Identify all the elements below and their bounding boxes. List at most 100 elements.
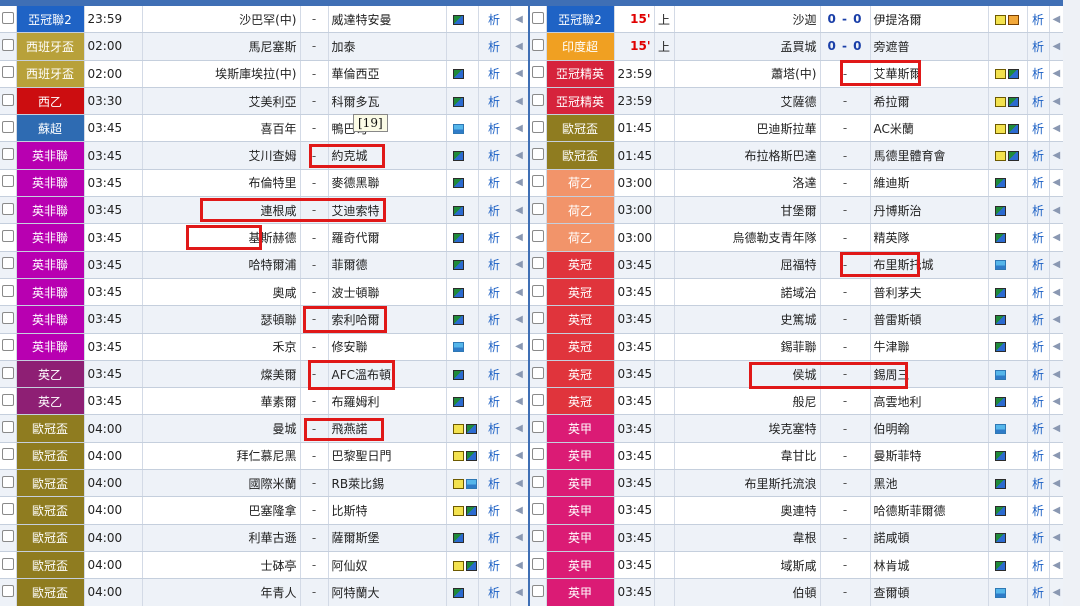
sound-icon[interactable]: ◀ (1049, 114, 1064, 143)
away-team[interactable]: 艾迪索特 (328, 196, 447, 225)
home-team[interactable]: 巴迪斯拉華 (674, 114, 821, 143)
home-team[interactable]: 甘堡爾 (674, 196, 821, 225)
home-team[interactable]: 巴塞隆拿 (142, 496, 301, 525)
row-checkbox[interactable] (531, 475, 544, 488)
league-badge[interactable]: 英冠 (546, 278, 615, 307)
home-team[interactable]: 屈福特 (674, 251, 821, 279)
home-team[interactable]: 曼城 (142, 414, 301, 443)
field-icon[interactable] (1007, 96, 1019, 107)
row-checkbox[interactable] (1, 421, 14, 434)
home-team[interactable]: 孟買城 (674, 32, 821, 61)
row-checkbox-cell[interactable] (0, 305, 17, 334)
league-badge[interactable]: 歐冠盃 (16, 496, 85, 525)
home-team[interactable]: 華素爾 (142, 387, 301, 416)
sky-icon[interactable] (994, 260, 1006, 271)
sound-icon[interactable]: ◀ (1049, 32, 1064, 61)
sound-icon[interactable]: ◀ (1049, 6, 1064, 34)
home-team[interactable]: 馬尼塞斯 (142, 32, 301, 61)
league-badge[interactable]: 歐冠盃 (16, 469, 85, 498)
row-checkbox-cell[interactable] (530, 442, 547, 471)
home-team[interactable]: 連根咸 (142, 196, 301, 225)
home-team[interactable]: 國際米蘭 (142, 469, 301, 498)
analysis-link[interactable]: 析 (1027, 524, 1050, 552)
row-checkbox-cell[interactable] (0, 251, 17, 279)
analysis-link[interactable]: 析 (1027, 333, 1050, 361)
analysis-link[interactable]: 析 (1027, 496, 1050, 525)
analysis-link[interactable]: 析 (1027, 60, 1050, 88)
row-checkbox[interactable] (1, 175, 14, 188)
row-checkbox[interactable] (531, 38, 544, 51)
row-checkbox[interactable] (1, 66, 14, 79)
row-checkbox-cell[interactable] (0, 551, 17, 580)
league-badge[interactable]: 英非聯 (16, 169, 85, 198)
away-team[interactable]: 巴黎聖日門 (328, 442, 447, 471)
row-checkbox-cell[interactable] (530, 169, 547, 198)
away-team[interactable]: 約克城 (328, 141, 447, 170)
home-team[interactable]: 般尼 (674, 387, 821, 416)
row-checkbox-cell[interactable] (530, 251, 547, 279)
away-team[interactable]: 加泰 (328, 32, 447, 61)
league-badge[interactable]: 歐冠盃 (16, 414, 85, 443)
analysis-link[interactable]: 析 (478, 496, 511, 525)
analysis-link[interactable]: 析 (478, 6, 511, 34)
analysis-link[interactable]: 析 (1027, 87, 1050, 116)
away-team[interactable]: 修安聯 (328, 333, 447, 361)
home-team[interactable]: 錫菲聯 (674, 333, 821, 361)
away-team[interactable]: 麥德黑聯 (328, 169, 447, 198)
home-team[interactable]: 艾美利亞 (142, 87, 301, 116)
row-checkbox-cell[interactable] (0, 360, 17, 389)
analysis-link[interactable]: 析 (1027, 169, 1050, 198)
analysis-link[interactable]: 析 (1027, 196, 1050, 225)
analysis-link[interactable]: 析 (478, 387, 511, 416)
sound-icon[interactable]: ◀ (1049, 442, 1064, 471)
analysis-link[interactable]: 析 (1027, 141, 1050, 170)
tv-icon[interactable] (994, 123, 1006, 134)
sky-icon[interactable] (994, 587, 1006, 598)
row-checkbox[interactable] (531, 393, 544, 406)
sound-icon[interactable]: ◀ (1049, 578, 1064, 606)
away-team[interactable]: 菲爾德 (328, 251, 447, 279)
analysis-link[interactable]: 析 (478, 169, 511, 198)
away-team[interactable]: 阿仙奴 (328, 551, 447, 580)
away-team[interactable]: 波士頓聯 (328, 278, 447, 307)
row-checkbox[interactable] (531, 311, 544, 324)
field-icon[interactable] (452, 14, 464, 25)
home-team[interactable]: 韋根 (674, 524, 821, 552)
home-team[interactable]: 燦美爾 (142, 360, 301, 389)
home-team[interactable]: 禾京 (142, 333, 301, 361)
sound-icon[interactable]: ◀ (510, 414, 528, 443)
field-icon[interactable] (452, 178, 464, 189)
row-checkbox[interactable] (531, 284, 544, 297)
row-checkbox-cell[interactable] (530, 469, 547, 498)
row-checkbox[interactable] (1, 257, 14, 270)
analysis-link[interactable]: 析 (478, 305, 511, 334)
home-team[interactable]: 布拉格斯巴達 (674, 141, 821, 170)
row-checkbox-cell[interactable] (0, 169, 17, 198)
row-checkbox-cell[interactable] (530, 114, 547, 143)
league-badge[interactable]: 西班牙盃 (16, 60, 85, 88)
league-badge[interactable]: 歐冠盃 (16, 578, 85, 606)
league-badge[interactable]: 英冠 (546, 360, 615, 389)
row-checkbox[interactable] (531, 230, 544, 243)
league-badge[interactable]: 英冠 (546, 387, 615, 416)
analysis-link[interactable]: 析 (478, 60, 511, 88)
row-checkbox[interactable] (1, 311, 14, 324)
sound-icon[interactable]: ◀ (1049, 196, 1064, 225)
league-badge[interactable]: 英非聯 (16, 196, 85, 225)
row-checkbox[interactable] (531, 93, 544, 106)
league-badge[interactable]: 英甲 (546, 414, 615, 443)
league-badge[interactable]: 西乙 (16, 87, 85, 116)
sound-icon[interactable]: ◀ (1049, 223, 1064, 252)
row-checkbox[interactable] (1, 475, 14, 488)
sound-icon[interactable]: ◀ (510, 114, 528, 143)
away-team[interactable]: AFC溫布頓 (328, 360, 447, 389)
field-icon[interactable] (465, 505, 477, 516)
analysis-link[interactable]: 析 (478, 469, 511, 498)
league-badge[interactable]: 英非聯 (16, 305, 85, 334)
row-checkbox[interactable] (1, 284, 14, 297)
league-badge[interactable]: 印度超 (546, 32, 615, 61)
sound-icon[interactable]: ◀ (510, 169, 528, 198)
row-checkbox-cell[interactable] (530, 6, 547, 34)
home-team[interactable]: 埃克塞特 (674, 414, 821, 443)
field-icon[interactable] (994, 560, 1006, 571)
